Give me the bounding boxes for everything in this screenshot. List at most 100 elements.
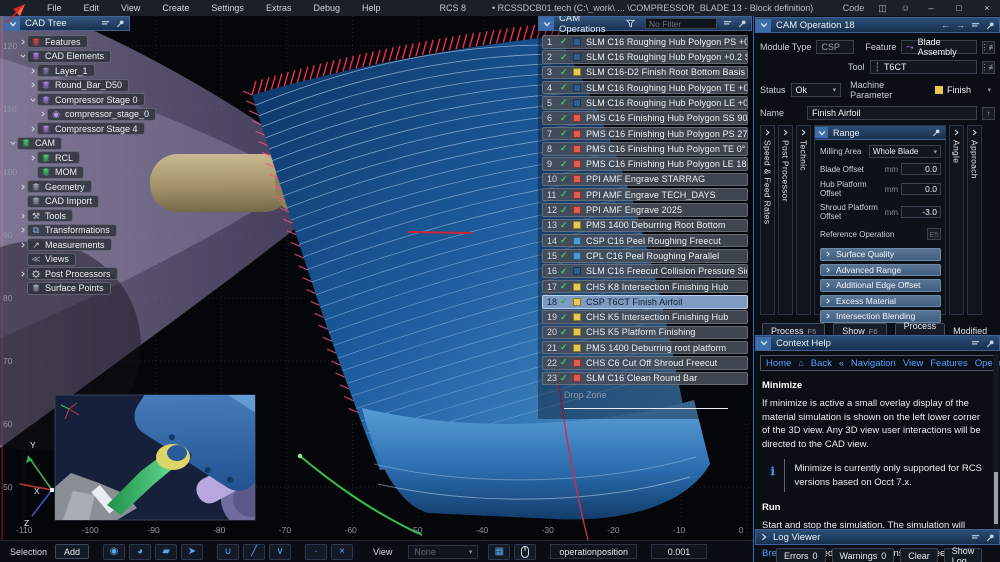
tree-item-views[interactable]: ≪Views (4, 253, 130, 266)
tree-item-compressor-stage-0[interactable]: Compressor Stage 0 (4, 93, 130, 106)
chevron-right-icon[interactable] (28, 126, 37, 132)
menu-settings[interactable]: Settings (200, 3, 255, 13)
tab-post-processor[interactable]: Post Processor (778, 125, 793, 315)
field-value-input[interactable]: 0.0 (901, 163, 941, 175)
tree-item-surface-points[interactable]: Surface Points (4, 282, 130, 295)
cam-operation-row-22[interactable]: 22✓CHS C6 Cut Off Shroud Freecut (542, 356, 748, 370)
tree-item-compressor-stage-4[interactable]: Compressor Stage 4 (4, 122, 130, 135)
view-dropdown[interactable]: None▾ (408, 545, 478, 559)
tree-item-cad-elements[interactable]: CAD Elements (4, 50, 130, 63)
tab-angle[interactable]: Angle (949, 125, 964, 315)
filter-icon[interactable] (626, 19, 635, 28)
home-icon[interactable]: ⌂ (798, 358, 803, 368)
chevron-right-icon[interactable] (28, 82, 37, 88)
panel-menu-icon[interactable] (971, 339, 980, 348)
cam-operation-header[interactable]: CAM Operation 18 ← → (755, 17, 1000, 33)
tool-field[interactable]: ┆ T6CT (870, 60, 977, 74)
panel-menu-icon[interactable] (723, 19, 732, 28)
machine-parameter-dropdown[interactable]: Finish▾ (931, 83, 995, 97)
cam-operation-row-23[interactable]: 23✓SLM C16 Clean Round Bar (542, 372, 748, 386)
pin-icon[interactable] (986, 21, 995, 30)
section-excess-material[interactable]: Excess Material (820, 295, 941, 308)
reference-operation-button[interactable]: E5 (927, 228, 941, 240)
help-nav-back[interactable]: Back (811, 358, 832, 369)
section-advanced-range[interactable]: Advanced Range (820, 264, 941, 277)
cam-operation-row-21[interactable]: 21✓PMS 1400 Deburring root platform (542, 341, 748, 355)
back-icon[interactable]: « (839, 358, 844, 368)
layout-icon[interactable]: ◫ (878, 3, 887, 14)
chevron-right-icon[interactable] (18, 271, 27, 277)
scrollbar-thumb[interactable] (994, 472, 998, 524)
name-input[interactable]: Finish Airfoil (807, 106, 977, 120)
menu-debug[interactable]: Debug (302, 3, 351, 13)
menu-create[interactable]: Create (151, 3, 200, 13)
errors-button[interactable]: Errors0 (776, 548, 826, 562)
field-value-input[interactable]: -3.0 (901, 206, 941, 218)
tree-item-round-bar-d50[interactable]: Round_Bar_D50 (4, 79, 130, 92)
operation-position-field[interactable]: operationposition (550, 544, 637, 559)
help-nav-features[interactable]: Features (930, 358, 968, 369)
expand-panel-icon[interactable] (760, 533, 768, 541)
tree-item-mom[interactable]: MOM (4, 166, 130, 179)
select-solid-icon[interactable]: ◉ (103, 544, 125, 560)
cam-operation-row-3[interactable]: 3✓SLM C16-D2 Finish Root Bottom Basis Z … (542, 66, 748, 80)
help-nav-view[interactable]: View (903, 358, 923, 369)
select-polyline-icon[interactable]: ∨ (269, 544, 291, 560)
cam-operation-row-7[interactable]: 7✓PMS C16 Finishing Hub Polygon PS 270° (542, 127, 748, 141)
cam-operation-row-17[interactable]: 17✓CHS K8 Intersection Finishing Hub (542, 280, 748, 294)
panel-menu-icon[interactable] (971, 21, 980, 30)
tree-item-features[interactable]: Features (4, 35, 130, 48)
cam-operations-header[interactable]: CAM Operations (538, 16, 752, 31)
filter-input[interactable] (645, 18, 717, 29)
tool-browse-button[interactable]: ⋮≢ (982, 61, 995, 74)
section-additional-edge-offset[interactable]: Additional Edge Offset (820, 279, 941, 292)
chevron-right-icon[interactable] (18, 184, 27, 190)
chevron-right-icon[interactable] (28, 155, 37, 161)
tolerance-field[interactable]: 0.001 (651, 544, 707, 559)
mouse-mode-icon[interactable] (514, 544, 536, 560)
cam-operation-row-6[interactable]: 6✓PMS C16 Finishing Hub Polygon SS 90° (542, 111, 748, 125)
select-curve-icon[interactable]: ∪ (217, 544, 239, 560)
3d-viewport[interactable]: Y X Z 1201101009080706050-110-100-90-80-… (0, 16, 752, 540)
field-value-input[interactable]: 0.0 (901, 183, 941, 195)
menu-edit[interactable]: Edit (73, 3, 111, 13)
tab-approach[interactable]: Approach (967, 125, 982, 315)
name-expand-button[interactable]: ↑ (982, 107, 995, 120)
chevron-right-icon[interactable] (18, 213, 27, 219)
help-scrollbar[interactable] (993, 354, 999, 540)
panel-menu-icon[interactable] (101, 19, 110, 28)
chevron-right-icon[interactable] (18, 39, 27, 45)
cam-operation-row-2[interactable]: 2✓SLM C16 Roughing Hub Polygon +0.2 SS 9… (542, 50, 748, 64)
cam-operation-row-1[interactable]: 1✓SLM C16 Roughing Hub Polygon PS +0.2 2… (542, 35, 748, 49)
cam-operation-row-19[interactable]: 19✓CHS K5 Intersection Finishing Hub (542, 310, 748, 324)
back-icon[interactable]: ← (941, 21, 950, 30)
warnings-button[interactable]: Warnings0 (832, 548, 895, 562)
tree-item-layer-1[interactable]: Layer_1 (4, 64, 130, 77)
select-point-icon[interactable]: · (305, 544, 327, 560)
cam-operation-row-14[interactable]: 14✓CSP C16 Peel Roughing Freecut (542, 234, 748, 248)
help-nav-navigation[interactable]: Navigation (851, 358, 896, 369)
milling-area-dropdown[interactable]: Whole Blade▾ (869, 145, 941, 158)
pin-icon[interactable] (738, 19, 747, 28)
chevron-right-icon[interactable] (18, 227, 27, 233)
tree-item-cad-import[interactable]: CAD Import (4, 195, 130, 208)
chevron-down-icon[interactable] (28, 97, 37, 103)
cam-operation-row-12[interactable]: 12✓PPI AMF Engrave 2025 (542, 203, 748, 217)
cam-operation-row-8[interactable]: 8✓PMS C16 Finishing Hub Polygon TE 0° (542, 142, 748, 156)
tree-item-compressor-stage-0[interactable]: ◉compressor_stage_0 (4, 108, 130, 121)
select-sphere-icon[interactable]: ◕ (129, 544, 151, 560)
maximize-button[interactable]: □ (952, 3, 966, 13)
context-help-header[interactable]: Context Help (755, 335, 1000, 351)
clear-selection-icon[interactable]: × (331, 544, 353, 560)
tree-item-post-processors[interactable]: Post Processors (4, 267, 130, 280)
pin-icon[interactable] (932, 128, 941, 137)
feature-field[interactable]: ⤳ Blade Assembly (901, 40, 977, 54)
tab-speed-feed-rates[interactable]: Speed & Feed Rates (760, 125, 775, 315)
select-body-icon[interactable]: ➤ (181, 544, 203, 560)
chevron-right-icon[interactable] (18, 242, 27, 248)
cam-operation-row-11[interactable]: 11✓PPI AMF Engrave TECH_DAYS (542, 188, 748, 202)
select-line-icon[interactable]: ╱ (243, 544, 265, 560)
tree-item-geometry[interactable]: Geometry (4, 180, 130, 193)
section-surface-quality[interactable]: Surface Quality (820, 248, 941, 261)
cam-operation-row-16[interactable]: 16✓SLM C16 Freecut Collision Pressure Si… (542, 264, 748, 278)
